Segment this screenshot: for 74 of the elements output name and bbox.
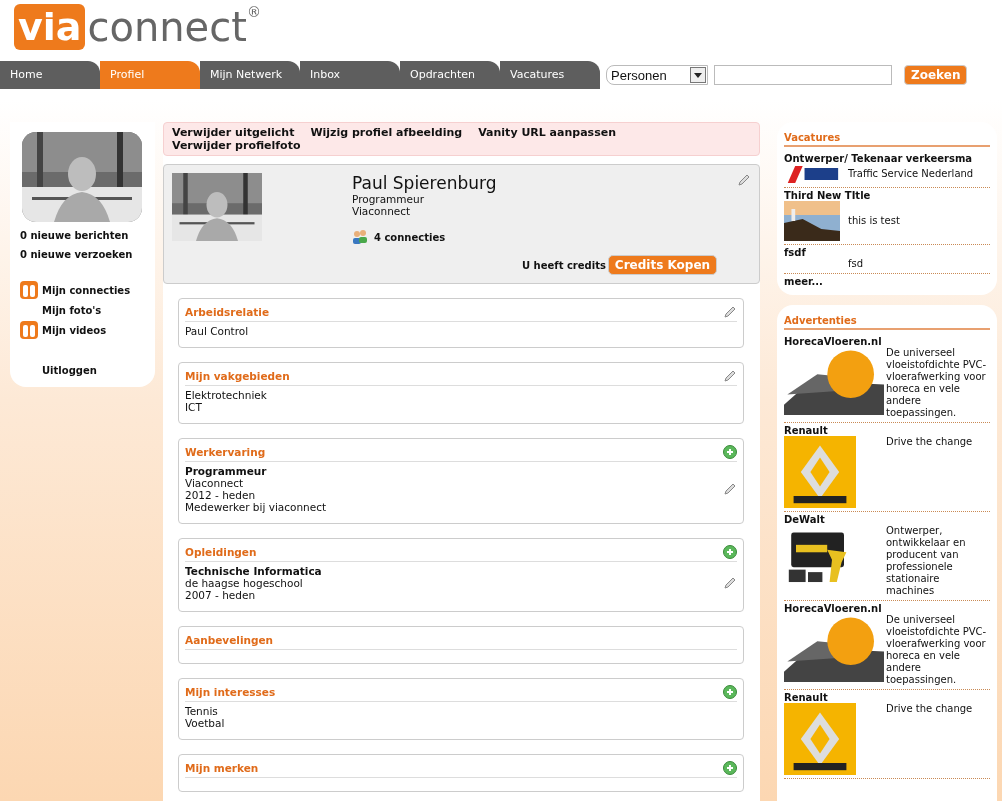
entry-heading: Programmeur <box>185 465 268 477</box>
vacancy-title[interactable]: Third New TItle <box>784 190 990 201</box>
entry-text: Elektrotechniek <box>185 389 267 401</box>
nav-tab[interactable]: Opdrachten <box>400 61 500 89</box>
notification-count: 0 nieuwe berichten <box>20 230 130 241</box>
entry-text: Voetbal <box>185 717 225 729</box>
pencil-icon[interactable] <box>723 305 737 319</box>
section-title: Opleidingen <box>185 546 257 558</box>
add-icon[interactable] <box>723 761 737 775</box>
entry-text: Paul Control <box>185 325 249 337</box>
ad-title[interactable]: Renault <box>784 692 990 703</box>
add-icon[interactable] <box>723 685 737 699</box>
profile-name: Paul Spierenburg <box>352 173 498 193</box>
ad-title[interactable]: HorecaVloeren.nl <box>784 603 990 614</box>
connections-link[interactable]: 4 connecties <box>374 231 446 243</box>
add-icon[interactable] <box>723 545 737 559</box>
pencil-icon[interactable] <box>737 173 751 187</box>
ad-text: Drive the change <box>886 703 973 715</box>
credits-label: U heeft credits <box>522 259 606 271</box>
pencil-icon[interactable] <box>723 369 737 383</box>
entry-text: Tennis <box>185 705 219 717</box>
ad-title[interactable]: HorecaVloeren.nl <box>784 336 990 347</box>
vacancy-title[interactable]: fsdf <box>784 247 990 258</box>
section-title: Werkervaring <box>185 446 266 458</box>
vacancy-company: this is test <box>848 215 900 227</box>
sidebar-link[interactable]: Mijn connecties <box>42 284 131 296</box>
logout-link[interactable]: Uitloggen <box>42 364 97 376</box>
ad-title[interactable]: Renault <box>784 425 990 436</box>
ad-text: Drive the change <box>886 436 973 448</box>
action-link[interactable]: Verwijder uitgelicht <box>172 126 295 139</box>
vacancy-title[interactable]: Ontwerper/ Tekenaar verkeersma <box>784 153 990 164</box>
ad-title[interactable]: DeWalt <box>784 514 990 525</box>
ad-text: Ontwerper, ontwikkelaar en producent van professionele stationaire machines <box>886 525 967 597</box>
logo-mark: via <box>14 4 86 50</box>
vacancy-company: Traffic Service Nederland <box>848 168 974 180</box>
ad-text: De universeel vloeistofdichte PVC-vloerafwerking voor horeca en vele andere toepassingen. <box>886 614 988 686</box>
more-link[interactable]: meer... <box>784 276 990 287</box>
entry-text: ICT <box>185 401 203 413</box>
panel-title: Vacatures <box>784 132 990 147</box>
entry-text: 2007 - heden <box>185 589 257 601</box>
logo-wordmark: connect <box>87 4 247 50</box>
sidebar-link[interactable]: Mijn videos <box>42 324 107 336</box>
action-link[interactable]: Verwijder profielfoto <box>172 139 301 152</box>
section-title: Mijn vakgebieden <box>185 370 290 382</box>
pencil-icon[interactable] <box>723 482 737 496</box>
nav-tab[interactable]: Home <box>0 61 100 89</box>
panel-title: Advertenties <box>784 315 990 330</box>
people-icon <box>352 229 368 245</box>
profile-company: Viaconnect <box>352 205 412 217</box>
nav-tab[interactable]: Mijn Netwerk <box>200 61 300 89</box>
notification-count: 0 nieuwe verzoeken <box>20 249 134 260</box>
entry-text: Medewerker bij viaconnect <box>185 501 327 513</box>
section-title: Mijn merken <box>185 762 259 774</box>
add-icon[interactable] <box>723 445 737 459</box>
section-title: Arbeidsrelatie <box>185 306 270 318</box>
action-link[interactable]: Wijzig profiel afbeelding <box>310 126 463 139</box>
registered-mark: ® <box>246 4 261 20</box>
sidebar-link[interactable]: Mijn foto's <box>42 304 102 316</box>
entry-heading: Technische Informatica <box>185 565 322 577</box>
vacancy-company: fsd <box>848 258 864 270</box>
nav-tab[interactable]: Vacatures <box>500 61 600 89</box>
search-field[interactable] <box>714 65 892 85</box>
entry-text: Viaconnect <box>185 477 245 489</box>
entry-text: 2012 - heden <box>185 489 257 501</box>
entry-text: de haagse hogeschool <box>185 577 304 589</box>
caret-icon <box>694 72 702 78</box>
pencil-icon[interactable] <box>723 576 737 590</box>
section-title: Aanbevelingen <box>185 634 274 646</box>
profile-role: Programmeur <box>352 193 425 205</box>
action-link[interactable]: Vanity URL aanpassen <box>478 126 616 139</box>
scope-select[interactable]: Personen <box>606 65 708 85</box>
ad-text: De universeel vloeistofdichte PVC-vloerafwerking voor horeca en vele andere toepassingen. <box>886 347 988 419</box>
nav-tab[interactable]: Inbox <box>300 61 400 89</box>
section-title: Mijn interesses <box>185 686 276 698</box>
